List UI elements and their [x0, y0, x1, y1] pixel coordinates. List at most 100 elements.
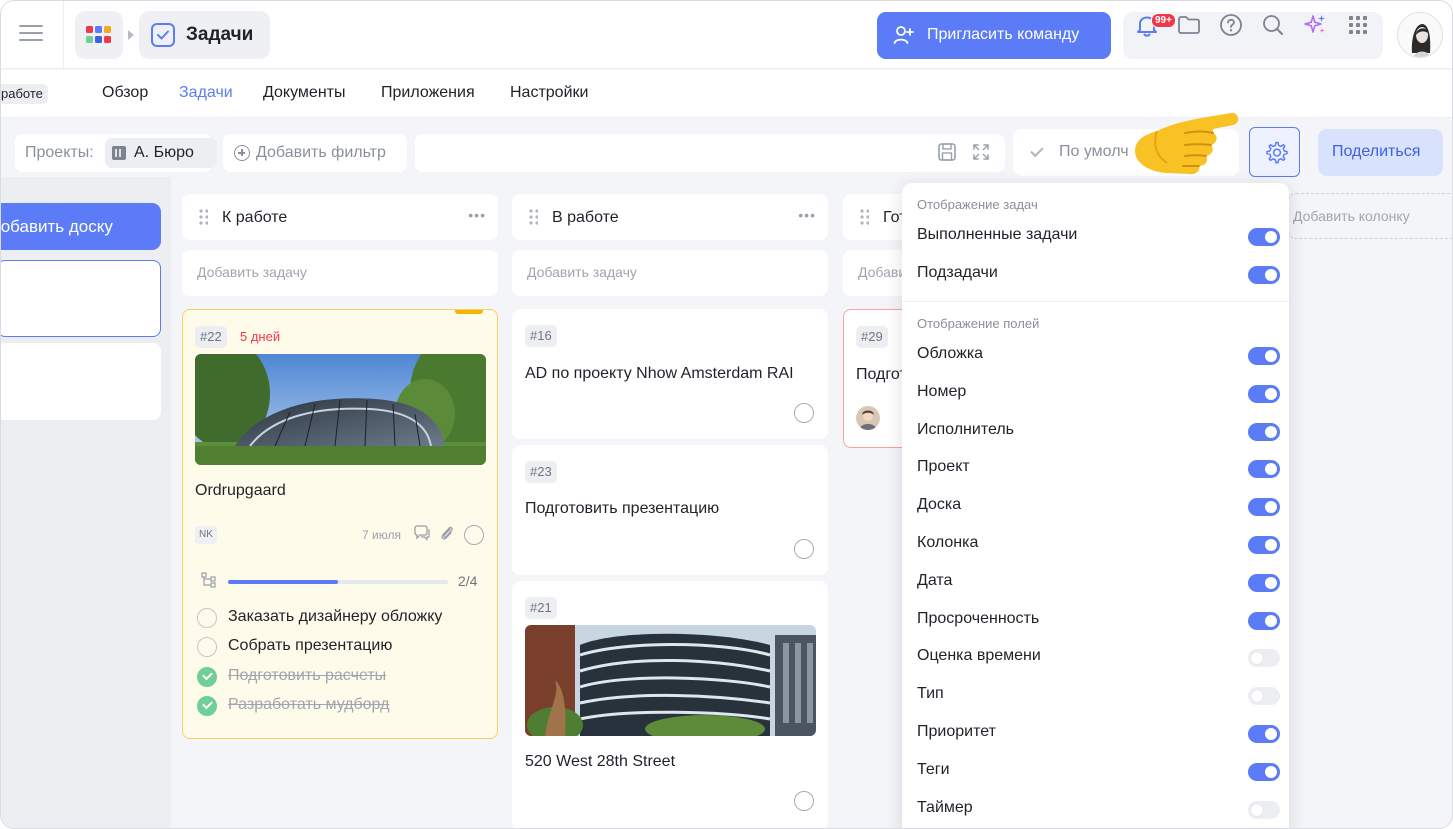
add-task-label: Добавить задачу [527, 264, 637, 280]
share-button[interactable]: Поделиться [1318, 129, 1443, 176]
setting-toggle[interactable] [1248, 384, 1280, 403]
setting-label: Номер [917, 382, 967, 400]
setting-toggle[interactable] [1248, 228, 1280, 246]
setting-toggle[interactable] [1248, 725, 1280, 743]
help-icon[interactable] [1217, 11, 1245, 39]
setting-toggle[interactable] [1248, 422, 1280, 441]
section-title: Отображение полей [917, 316, 1040, 331]
subtask-checkbox[interactable] [197, 608, 217, 628]
tab-overview[interactable]: Обзор [102, 84, 148, 102]
setting-label: Теги [917, 760, 950, 778]
setting-label: Колонка [917, 534, 979, 551]
setting-toggle[interactable] [1248, 573, 1280, 592]
add-task-button[interactable]: Добавить задачу [182, 250, 498, 296]
setting-toggle[interactable] [1248, 266, 1280, 284]
add-filter-button[interactable]: Добавить фильтр [223, 134, 407, 172]
complete-toggle[interactable] [794, 539, 814, 559]
setting-toggle[interactable] [1248, 460, 1280, 479]
view-settings-dropdown: Отображение задач Отображение полей Выпо… [902, 183, 1289, 828]
task-card[interactable]: #21 520 West 28th Street [512, 581, 828, 828]
board-item-selected[interactable] [1, 260, 161, 337]
projects-filter[interactable]: Проекты: А. Бюро [15, 134, 217, 172]
more-icon[interactable]: ••• [468, 207, 486, 223]
setting-toggle[interactable] [1248, 347, 1280, 365]
setting-toggle[interactable] [1248, 611, 1280, 630]
setting-label: Приоритет [917, 723, 996, 740]
complete-toggle[interactable] [794, 403, 814, 423]
setting-label: Оценка времени [917, 647, 1041, 665]
tab-tasks[interactable]: Задачи [179, 84, 233, 102]
save-icon[interactable] [937, 142, 957, 162]
setting-label: Выполненные задачи [917, 226, 1078, 243]
breadcrumb-current[interactable]: Задачи [139, 11, 270, 59]
sparkles-icon[interactable] [1301, 11, 1329, 39]
divider [63, 1, 64, 69]
column-header[interactable]: В работе ••• [512, 194, 828, 240]
gear-icon [1266, 141, 1288, 164]
add-column-button[interactable]: Добавить колонку [1288, 193, 1452, 239]
check-icon [1030, 143, 1044, 158]
task-title: 520 West 28th Street [525, 753, 676, 770]
setting-toggle[interactable] [1248, 762, 1280, 781]
apps-button[interactable] [75, 11, 123, 59]
attachment-icon[interactable] [439, 524, 455, 542]
subtask-checkbox-checked[interactable] [197, 696, 217, 716]
board-item[interactable] [1, 343, 161, 420]
status-tag: работе [1, 84, 48, 104]
drag-handle-icon[interactable] [528, 208, 538, 226]
invite-team-button[interactable]: Пригласить команду [877, 12, 1111, 59]
task-number: #16 [525, 325, 557, 347]
project-chip[interactable]: А. Бюро [105, 138, 217, 168]
add-task-button[interactable]: Добавить задачу [512, 250, 828, 296]
task-title: Подготовить презентацию [525, 500, 720, 517]
setting-toggle[interactable] [1248, 498, 1280, 517]
more-icon[interactable]: ••• [798, 207, 816, 223]
grid-menu-icon[interactable] [1344, 11, 1372, 39]
plus-circle-icon [234, 145, 250, 161]
setting-toggle[interactable] [1248, 687, 1280, 706]
folder-icon[interactable] [1175, 11, 1203, 39]
project-chip-label: А. Бюро [134, 144, 194, 161]
invite-team-label: Пригласить команду [927, 26, 1080, 43]
add-board-button[interactable]: Добавить доску [1, 203, 161, 250]
setting-toggle[interactable] [1248, 536, 1280, 554]
search-icon[interactable] [1259, 11, 1287, 39]
tab-settings[interactable]: Настройки [510, 84, 588, 102]
setting-label: Обложка [917, 345, 984, 362]
add-column-label: Добавить колонку [1293, 208, 1410, 224]
complete-toggle[interactable] [464, 525, 484, 545]
drag-handle-icon[interactable] [859, 208, 869, 226]
comments-icon[interactable] [413, 524, 431, 542]
menu-icon[interactable] [19, 25, 43, 43]
subtask-checkbox-checked[interactable] [197, 667, 217, 687]
tab-documents[interactable]: Документы [263, 84, 345, 102]
due-date: 7 июля [362, 528, 401, 542]
drag-handle-icon[interactable] [198, 208, 208, 226]
setting-label: Тип [917, 685, 944, 703]
complete-toggle[interactable] [794, 791, 814, 811]
card-cover-image [525, 625, 816, 736]
breadcrumb-label: Задачи [186, 24, 254, 45]
avatar[interactable] [1397, 12, 1443, 58]
filter-area[interactable] [415, 134, 1005, 172]
task-number: #29 [856, 326, 888, 348]
top-bar: Задачи Пригласить команду 99+ [1, 1, 1452, 69]
subtask-checkbox[interactable] [197, 637, 217, 657]
task-number: #22 [195, 326, 227, 348]
subtask-label: Подготовить расчеты [228, 667, 387, 684]
priority-flag [455, 310, 483, 314]
column-header[interactable]: К работе ••• [182, 194, 498, 240]
setting-toggle[interactable] [1248, 649, 1280, 668]
tab-apps[interactable]: Приложения [381, 84, 475, 102]
task-card[interactable]: #23 Подготовить презентацию [512, 445, 828, 575]
setting-toggle[interactable] [1248, 800, 1280, 819]
setting-label: Доска [917, 496, 962, 514]
task-card[interactable]: #16 AD по проекту Nhow Amsterdam RAI [512, 309, 828, 439]
user-avatar-icon [1411, 24, 1431, 57]
projects-filter-label: Проекты: [25, 144, 94, 161]
view-settings-button[interactable] [1249, 127, 1300, 177]
pointing-hand-icon [1135, 112, 1239, 175]
apps-grid-icon [86, 26, 112, 44]
task-title: Ordrupgaard [195, 482, 286, 499]
expand-icon[interactable] [971, 142, 991, 162]
